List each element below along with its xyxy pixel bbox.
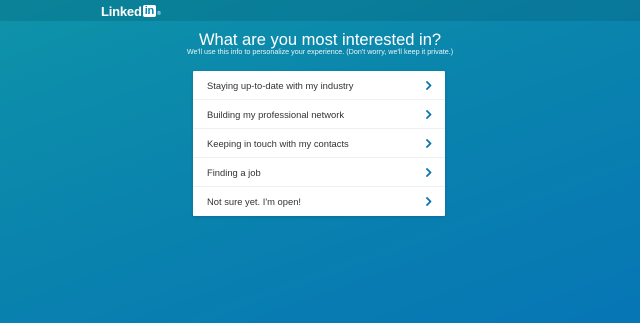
interest-options-list: Staying up-to-date with my industry Buil…: [193, 71, 445, 216]
logo-text: Linked: [101, 3, 142, 19]
option-industry[interactable]: Staying up-to-date with my industry: [193, 71, 445, 100]
chevron-right-icon: [425, 197, 433, 207]
chevron-right-icon: [425, 80, 433, 90]
chevron-right-icon: [425, 167, 433, 177]
linkedin-logo[interactable]: Linked in ®: [101, 3, 161, 19]
option-label: Keeping in touch with my contacts: [207, 137, 349, 149]
logo-trademark: ®: [157, 11, 161, 17]
chevron-right-icon: [425, 109, 433, 119]
chevron-right-icon: [425, 138, 433, 148]
logo-in-box: in: [142, 5, 157, 17]
top-bar: Linked in ®: [0, 0, 640, 21]
option-label: Staying up-to-date with my industry: [207, 79, 354, 91]
option-network[interactable]: Building my professional network: [193, 100, 445, 129]
option-label: Finding a job: [207, 166, 261, 178]
option-not-sure[interactable]: Not sure yet. I'm open!: [193, 187, 445, 216]
option-label: Not sure yet. I'm open!: [207, 196, 302, 207]
page-subtitle: We'll use this info to personalize your …: [186, 47, 454, 56]
option-label: Building my professional network: [207, 108, 345, 120]
option-contacts[interactable]: Keeping in touch with my contacts: [193, 129, 445, 158]
option-job[interactable]: Finding a job: [193, 158, 445, 187]
